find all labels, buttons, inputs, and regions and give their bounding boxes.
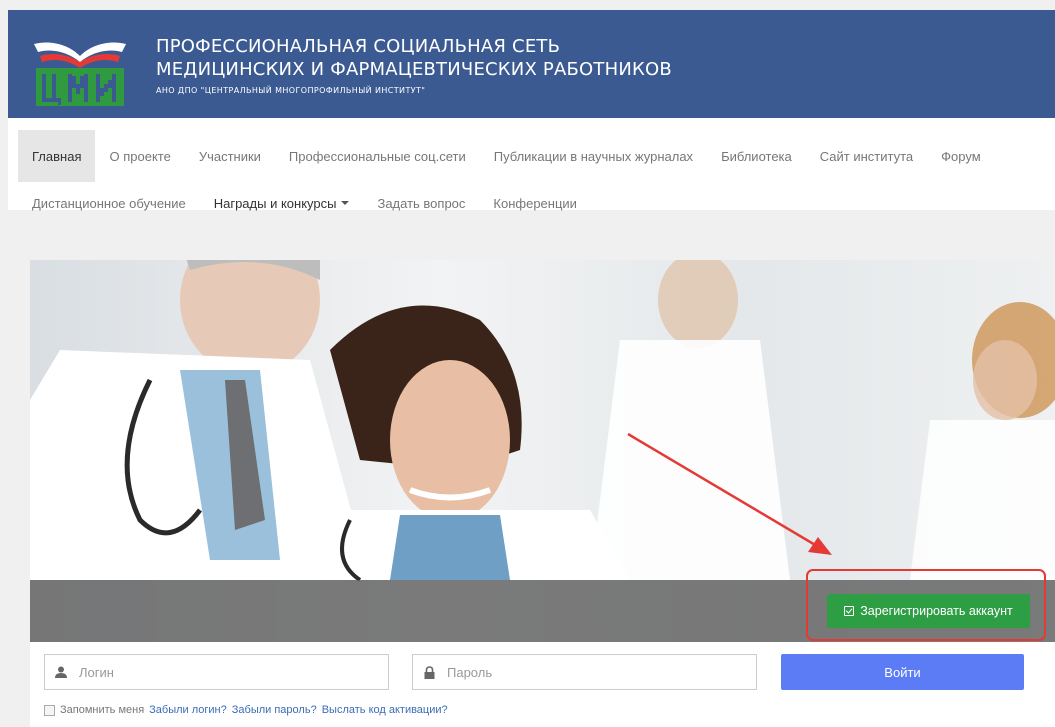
site-title-line2: МЕДИЦИНСКИХ И ФАРМАЦЕВТИЧЕСКИХ РАБОТНИКО… [156, 59, 672, 80]
institute-logo[interactable] [28, 26, 132, 110]
nav-item-home[interactable]: Главная [18, 130, 96, 182]
nav-row-primary: Главная О проекте Участники Профессионал… [8, 130, 1055, 182]
annotation-highlight-box [806, 569, 1046, 641]
nav-item-awards-dropdown[interactable]: Награды и конкурсы [200, 182, 364, 224]
user-icon [45, 666, 77, 678]
login-form: Войти Запомнить меня Забыли логин? Забыл… [30, 642, 1055, 727]
nav-item-conferences[interactable]: Конференции [479, 182, 591, 224]
nav-item-about[interactable]: О проекте [95, 130, 184, 182]
caret-down-icon [341, 201, 350, 205]
password-input[interactable] [445, 663, 724, 681]
nav-row-secondary: Дистанционное обучение Награды и конкурс… [8, 182, 1055, 224]
nav-item-forum[interactable]: Форум [927, 130, 995, 182]
remember-me-checkbox[interactable] [44, 704, 55, 716]
login-button[interactable]: Войти [781, 654, 1024, 690]
nav-item-members[interactable]: Участники [185, 130, 275, 182]
nav-item-awards-label: Награды и конкурсы [213, 195, 337, 211]
nav-item-distance-learning[interactable]: Дистанционное обучение [18, 182, 200, 224]
forgot-login-link[interactable]: Забыли логин? [149, 704, 227, 716]
remember-row: Запомнить меня Забыли логин? Забыли паро… [44, 704, 448, 716]
main-navigation: Главная О проекте Участники Профессионал… [8, 118, 1055, 211]
login-field[interactable] [44, 654, 389, 690]
nav-item-institute-site[interactable]: Сайт института [806, 130, 927, 182]
nav-item-library[interactable]: Библиотека [707, 130, 806, 182]
remember-me-label: Запомнить меня [60, 704, 145, 716]
resend-activation-link[interactable]: Выслать код активации? [322, 704, 448, 716]
forgot-password-link[interactable]: Забыли пароль? [232, 704, 317, 716]
nav-item-publications[interactable]: Публикации в научных журналах [480, 130, 707, 182]
lock-icon [413, 665, 445, 679]
password-field[interactable] [412, 654, 757, 690]
login-input[interactable] [77, 663, 356, 681]
nav-item-social-networks[interactable]: Профессиональные соц.сети [275, 130, 480, 182]
nav-item-ask-question[interactable]: Задать вопрос [363, 182, 479, 224]
site-header: ПРОФЕССИОНАЛЬНАЯ СОЦИАЛЬНАЯ СЕТЬ МЕДИЦИН… [8, 10, 1055, 118]
site-subtitle: АНО ДПО "ЦЕНТРАЛЬНЫЙ МНОГОПРОФИЛЬНЫЙ ИНС… [156, 86, 426, 95]
site-title-line1: ПРОФЕССИОНАЛЬНАЯ СОЦИАЛЬНАЯ СЕТЬ [156, 36, 561, 57]
